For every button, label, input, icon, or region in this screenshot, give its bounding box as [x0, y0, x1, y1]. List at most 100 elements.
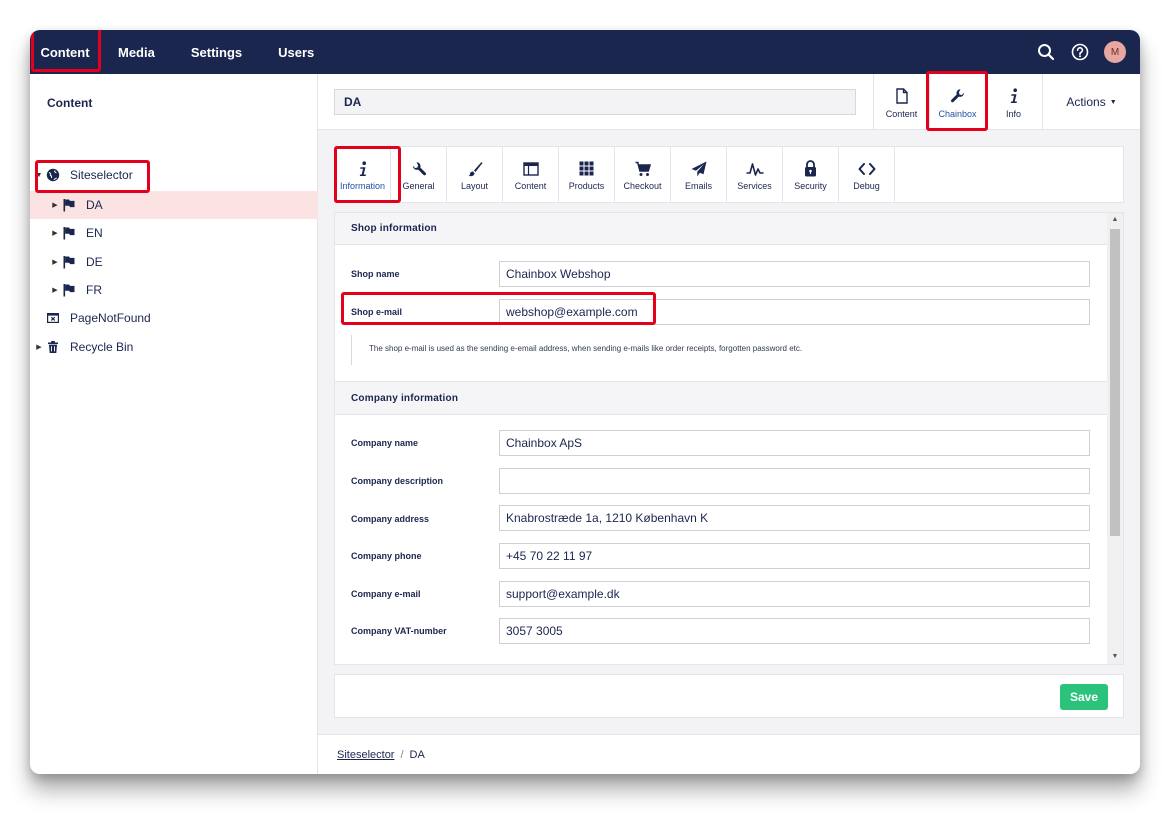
company-phone-label: Company phone: [351, 551, 422, 561]
caret-right-icon[interactable]: ▶: [50, 229, 60, 237]
tab-information[interactable]: Information: [335, 147, 391, 202]
nav-media[interactable]: Media: [100, 30, 173, 74]
tree-item-de[interactable]: ▶ DE: [30, 248, 318, 276]
caret-right-icon[interactable]: ▶: [50, 286, 60, 294]
company-description-input[interactable]: [499, 468, 1090, 494]
tab-label: Services: [737, 180, 772, 191]
information-form: Shop information Shop name Chainbox Webs…: [334, 212, 1124, 665]
tree-item-label: Recycle Bin: [70, 340, 134, 354]
caret-down-icon[interactable]: ▼: [34, 172, 44, 179]
tab-general[interactable]: General: [391, 147, 447, 202]
tree-item-da[interactable]: ▶ DA: [30, 191, 318, 219]
tree-item-label: EN: [86, 226, 103, 240]
save-bar: Save: [334, 674, 1124, 718]
tab-debug[interactable]: Debug: [839, 147, 895, 202]
scrollbar-thumb[interactable]: [1110, 229, 1120, 536]
top-nav: Content Media Settings Users: [30, 30, 332, 74]
top-icons: M: [1036, 30, 1126, 74]
tab-label: Emails: [684, 180, 712, 191]
shop-name-input[interactable]: Chainbox Webshop: [499, 261, 1090, 287]
tree-item-en[interactable]: ▶ EN: [30, 219, 318, 247]
tab-label: Security: [794, 180, 827, 191]
tab-emails[interactable]: Emails: [671, 147, 727, 202]
tree-item-label: PageNotFound: [70, 311, 151, 325]
top-bar: Content Media Settings Users M: [30, 30, 1140, 74]
tree-item-label: FR: [86, 283, 102, 297]
tree-item-fr[interactable]: ▶ FR: [30, 276, 318, 304]
search-icon[interactable]: [1036, 42, 1056, 62]
company-vat-label: Company VAT-number: [351, 626, 447, 636]
shop-email-input[interactable]: webshop@example.com: [499, 299, 1090, 325]
tab-label: Checkout: [623, 180, 662, 191]
scroll-down-icon[interactable]: ▼: [1107, 650, 1123, 664]
flag-icon: [60, 282, 78, 298]
shop-name-label: Shop name: [351, 269, 400, 279]
tab-content[interactable]: Content: [503, 147, 559, 202]
paper-plane-icon: [691, 159, 707, 179]
scroll-up-icon[interactable]: ▲: [1107, 213, 1123, 227]
tab-layout[interactable]: Layout: [447, 147, 503, 202]
company-name-label: Company name: [351, 438, 419, 448]
company-address-label: Company address: [351, 514, 430, 524]
tree-item-label: DE: [86, 255, 103, 269]
save-button[interactable]: Save: [1060, 684, 1108, 710]
cart-icon: [635, 159, 651, 179]
app-chainbox-button[interactable]: Chainbox: [929, 74, 985, 130]
app-info-button[interactable]: Info: [985, 74, 1041, 130]
wrench-icon: [950, 86, 966, 106]
caret-right-icon[interactable]: ▶: [34, 343, 44, 351]
nav-users[interactable]: Users: [260, 30, 332, 74]
window-icon: [522, 159, 539, 179]
app-content-button[interactable]: Content: [873, 74, 929, 130]
company-description-label: Company description: [351, 476, 444, 486]
company-phone-input[interactable]: +45 70 22 11 97: [499, 543, 1090, 569]
tab-security[interactable]: Security: [783, 147, 839, 202]
actions-dropdown[interactable]: Actions ▼: [1042, 74, 1140, 130]
wrench-icon: [411, 159, 427, 179]
form-scrollbar[interactable]: ▲ ▼: [1107, 213, 1123, 664]
shop-email-hint: The shop e-mail is used as the sending e…: [351, 335, 802, 365]
content-tree: Content ▼ Siteselector ▶ DA ▶ EN ▶ DE ▶ …: [30, 74, 318, 774]
nav-settings[interactable]: Settings: [173, 30, 260, 74]
avatar[interactable]: M: [1104, 41, 1126, 63]
tab-label: Products: [568, 180, 605, 191]
tree-item-recycle-bin[interactable]: ▶ Recycle Bin: [30, 333, 318, 361]
company-vat-input[interactable]: 3057 3005: [499, 618, 1090, 644]
tab-products[interactable]: Products: [559, 147, 615, 202]
tab-label: Content: [514, 180, 547, 191]
tree-item-siteselector[interactable]: ▼ Siteselector: [30, 161, 318, 189]
caret-right-icon[interactable]: ▶: [50, 258, 60, 266]
section-company-information: Company information: [335, 381, 1107, 415]
tab-services[interactable]: Services: [727, 147, 783, 202]
tree-title: Content: [47, 96, 93, 110]
app-label: Chainbox: [938, 108, 977, 119]
help-icon[interactable]: [1070, 42, 1090, 62]
nav-content[interactable]: Content: [30, 30, 100, 74]
company-name-input[interactable]: Chainbox ApS: [499, 430, 1090, 456]
section-shop-information: Shop information: [335, 213, 1107, 245]
flag-icon: [60, 254, 78, 270]
company-email-label: Company e-mail: [351, 589, 421, 599]
breadcrumb: Siteselector / DA: [318, 734, 1140, 774]
flag-icon: [60, 197, 78, 213]
company-address-input[interactable]: Knabrostræde 1a, 1210 København K: [499, 505, 1090, 531]
tree-item-label: Siteselector: [70, 168, 133, 182]
caret-down-icon: ▼: [1109, 98, 1117, 106]
breadcrumb-siteselector[interactable]: Siteselector: [337, 749, 394, 761]
caret-right-icon[interactable]: ▶: [50, 201, 60, 209]
app-label: Content: [885, 108, 918, 119]
tree-item-pagenotfound[interactable]: PageNotFound: [30, 304, 318, 332]
lock-icon: [804, 159, 817, 179]
node-name-input[interactable]: DA: [334, 89, 856, 115]
globe-icon: [44, 167, 62, 183]
tab-label: Debug: [853, 180, 880, 191]
tab-label: Information: [339, 180, 386, 191]
breadcrumb-separator: /: [400, 748, 404, 761]
grid-icon: [579, 159, 594, 179]
tab-label: General: [402, 180, 435, 191]
pulse-icon: [746, 159, 764, 179]
error-page-icon: [44, 310, 62, 326]
tab-checkout[interactable]: Checkout: [615, 147, 671, 202]
company-email-input[interactable]: support@example.dk: [499, 581, 1090, 607]
info-icon: [1009, 86, 1019, 106]
